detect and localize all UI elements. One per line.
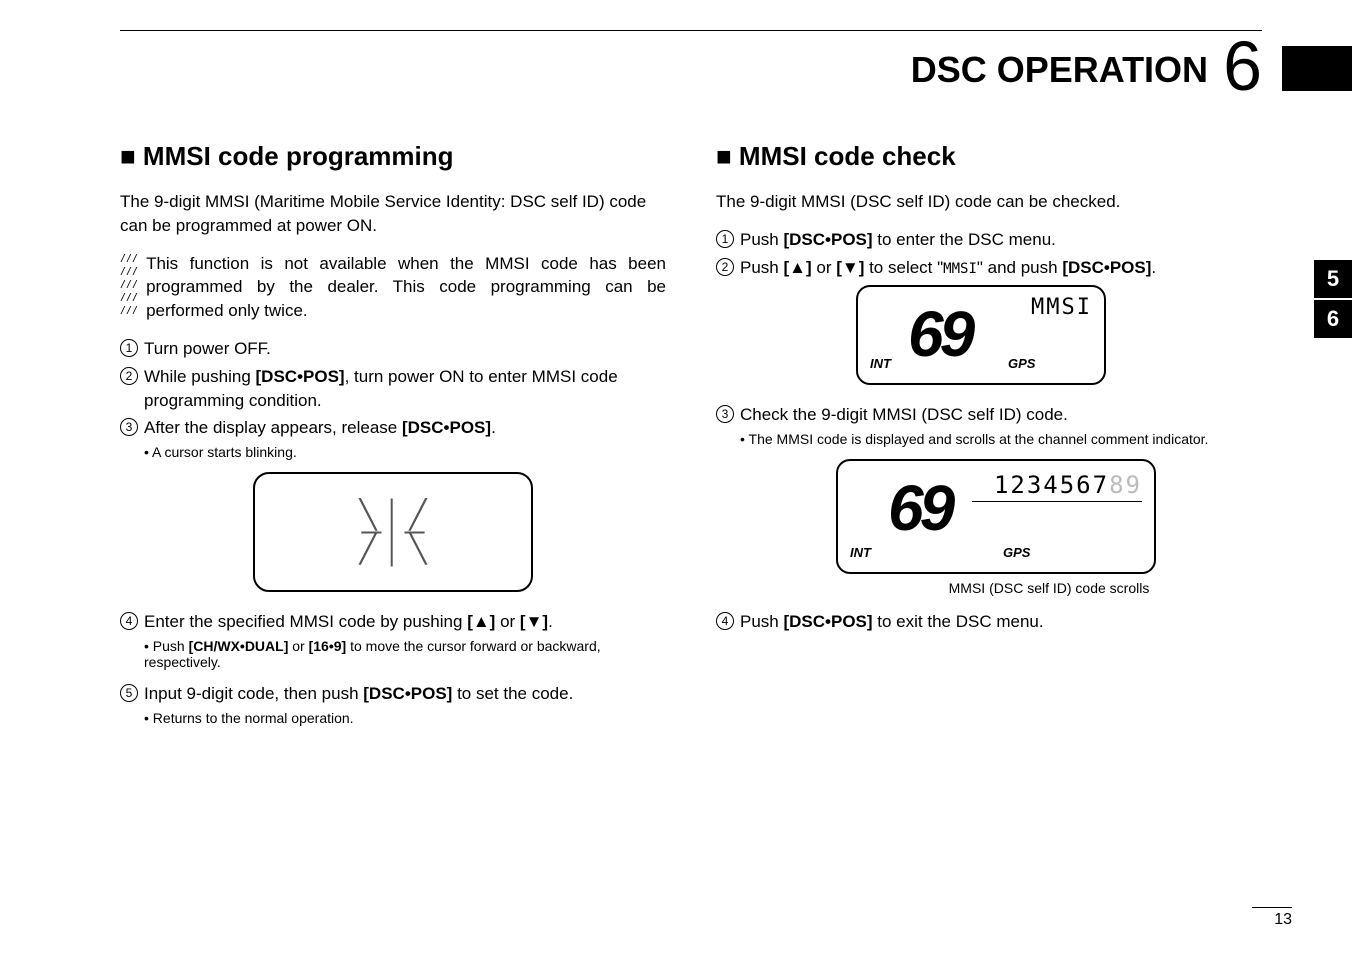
step-4: 4 Enter the specified MMSI code by pushi… bbox=[120, 610, 666, 634]
side-tab-5: 5 bbox=[1314, 260, 1352, 298]
section-title-programming: ■ MMSI code programming bbox=[120, 141, 666, 172]
hash-icon: /// /// /// /// /// bbox=[120, 252, 138, 323]
step-4: 4 Push [DSC•POS] to exit the DSC menu. bbox=[716, 610, 1262, 634]
step-2: 2 Push [▲] or [▼] to select "MMSI" and p… bbox=[716, 256, 1262, 280]
step-text: Push [DSC•POS] to enter the DSC menu. bbox=[740, 228, 1056, 252]
step-1: 1 Turn power OFF. bbox=[120, 337, 666, 361]
sub-bullet: • Push [CH/WX•DUAL] or [16•9] to move th… bbox=[144, 638, 666, 670]
chapter-number: 6 bbox=[1223, 31, 1262, 101]
circle-num-icon: 3 bbox=[716, 405, 734, 423]
step-text: Enter the specified MMSI code by pushing… bbox=[144, 610, 553, 634]
circle-num-icon: 5 bbox=[120, 684, 138, 702]
side-tab-6: 6 bbox=[1314, 300, 1352, 338]
lcd-display-cursor: ╲ │ ╱─ ─╱ │ ╲ bbox=[253, 472, 533, 592]
sub-bullet: • The MMSI code is displayed and scrolls… bbox=[740, 431, 1262, 447]
step-3: 3 Check the 9-digit MMSI (DSC self ID) c… bbox=[716, 403, 1262, 427]
side-tabs: 5 6 bbox=[1314, 260, 1352, 340]
circle-num-icon: 2 bbox=[120, 367, 138, 385]
lcd-caption: MMSI (DSC self ID) code scrolls bbox=[836, 580, 1262, 596]
page-title: DSC OPERATION bbox=[911, 31, 1208, 91]
lcd-display-mmsi: INT 69 GPS MMSI bbox=[856, 285, 1106, 385]
lcd-gps-label: GPS bbox=[1008, 356, 1035, 371]
lcd-scroll-digits: 123456789 bbox=[994, 471, 1142, 499]
step-text: Input 9-digit code, then push [DSC•POS] … bbox=[144, 682, 573, 706]
lcd-int-label: INT bbox=[870, 356, 891, 371]
circle-num-icon: 4 bbox=[716, 612, 734, 630]
circle-num-icon: 1 bbox=[120, 339, 138, 357]
step-5: 5 Input 9-digit code, then push [DSC•POS… bbox=[120, 682, 666, 706]
step-1: 1 Push [DSC•POS] to enter the DSC menu. bbox=[716, 228, 1262, 252]
chapter-marker bbox=[1282, 46, 1352, 91]
page-number: 13 bbox=[1252, 907, 1292, 929]
step-text: After the display appears, release [DSC•… bbox=[144, 416, 496, 440]
step-text: Check the 9-digit MMSI (DSC self ID) cod… bbox=[740, 403, 1068, 427]
step-3: 3 After the display appears, release [DS… bbox=[120, 416, 666, 440]
lcd-mmsi-label: MMSI bbox=[1031, 295, 1092, 320]
step-text: Push [▲] or [▼] to select "MMSI" and pus… bbox=[740, 256, 1156, 280]
step-text: Push [DSC•POS] to exit the DSC menu. bbox=[740, 610, 1044, 634]
circle-num-icon: 3 bbox=[120, 418, 138, 436]
lcd-channel-number: 69 bbox=[908, 297, 971, 371]
lcd-int-label: INT bbox=[850, 545, 871, 560]
step-text: Turn power OFF. bbox=[144, 337, 271, 361]
section-title-check: ■ MMSI code check bbox=[716, 141, 1262, 172]
scroll-underline bbox=[972, 501, 1142, 502]
lcd-channel-number: 69 bbox=[888, 471, 951, 545]
step-2: 2 While pushing [DSC•POS], turn power ON… bbox=[120, 365, 666, 413]
note-text: This function is not available when the … bbox=[146, 252, 666, 323]
circle-num-icon: 4 bbox=[120, 612, 138, 630]
lcd-gps-label: GPS bbox=[1003, 545, 1030, 560]
sub-bullet: • Returns to the normal operation. bbox=[144, 710, 666, 726]
intro-text: The 9-digit MMSI (DSC self ID) code can … bbox=[716, 190, 1262, 214]
step-text: While pushing [DSC•POS], turn power ON t… bbox=[144, 365, 666, 413]
blinking-cursor-icon: ╲ │ ╱─ ─╱ │ ╲ bbox=[360, 507, 427, 557]
note-block: /// /// /// /// /// This function is not… bbox=[120, 252, 666, 323]
circle-num-icon: 1 bbox=[716, 230, 734, 248]
right-column: ■ MMSI code check The 9-digit MMSI (DSC … bbox=[716, 141, 1262, 738]
intro-text: The 9-digit MMSI (Maritime Mobile Servic… bbox=[120, 190, 666, 238]
lcd-display-scroll: INT 69 GPS 123456789 bbox=[836, 459, 1156, 574]
left-column: ■ MMSI code programming The 9-digit MMSI… bbox=[120, 141, 666, 738]
sub-bullet: • A cursor starts blinking. bbox=[144, 444, 666, 460]
circle-num-icon: 2 bbox=[716, 258, 734, 276]
